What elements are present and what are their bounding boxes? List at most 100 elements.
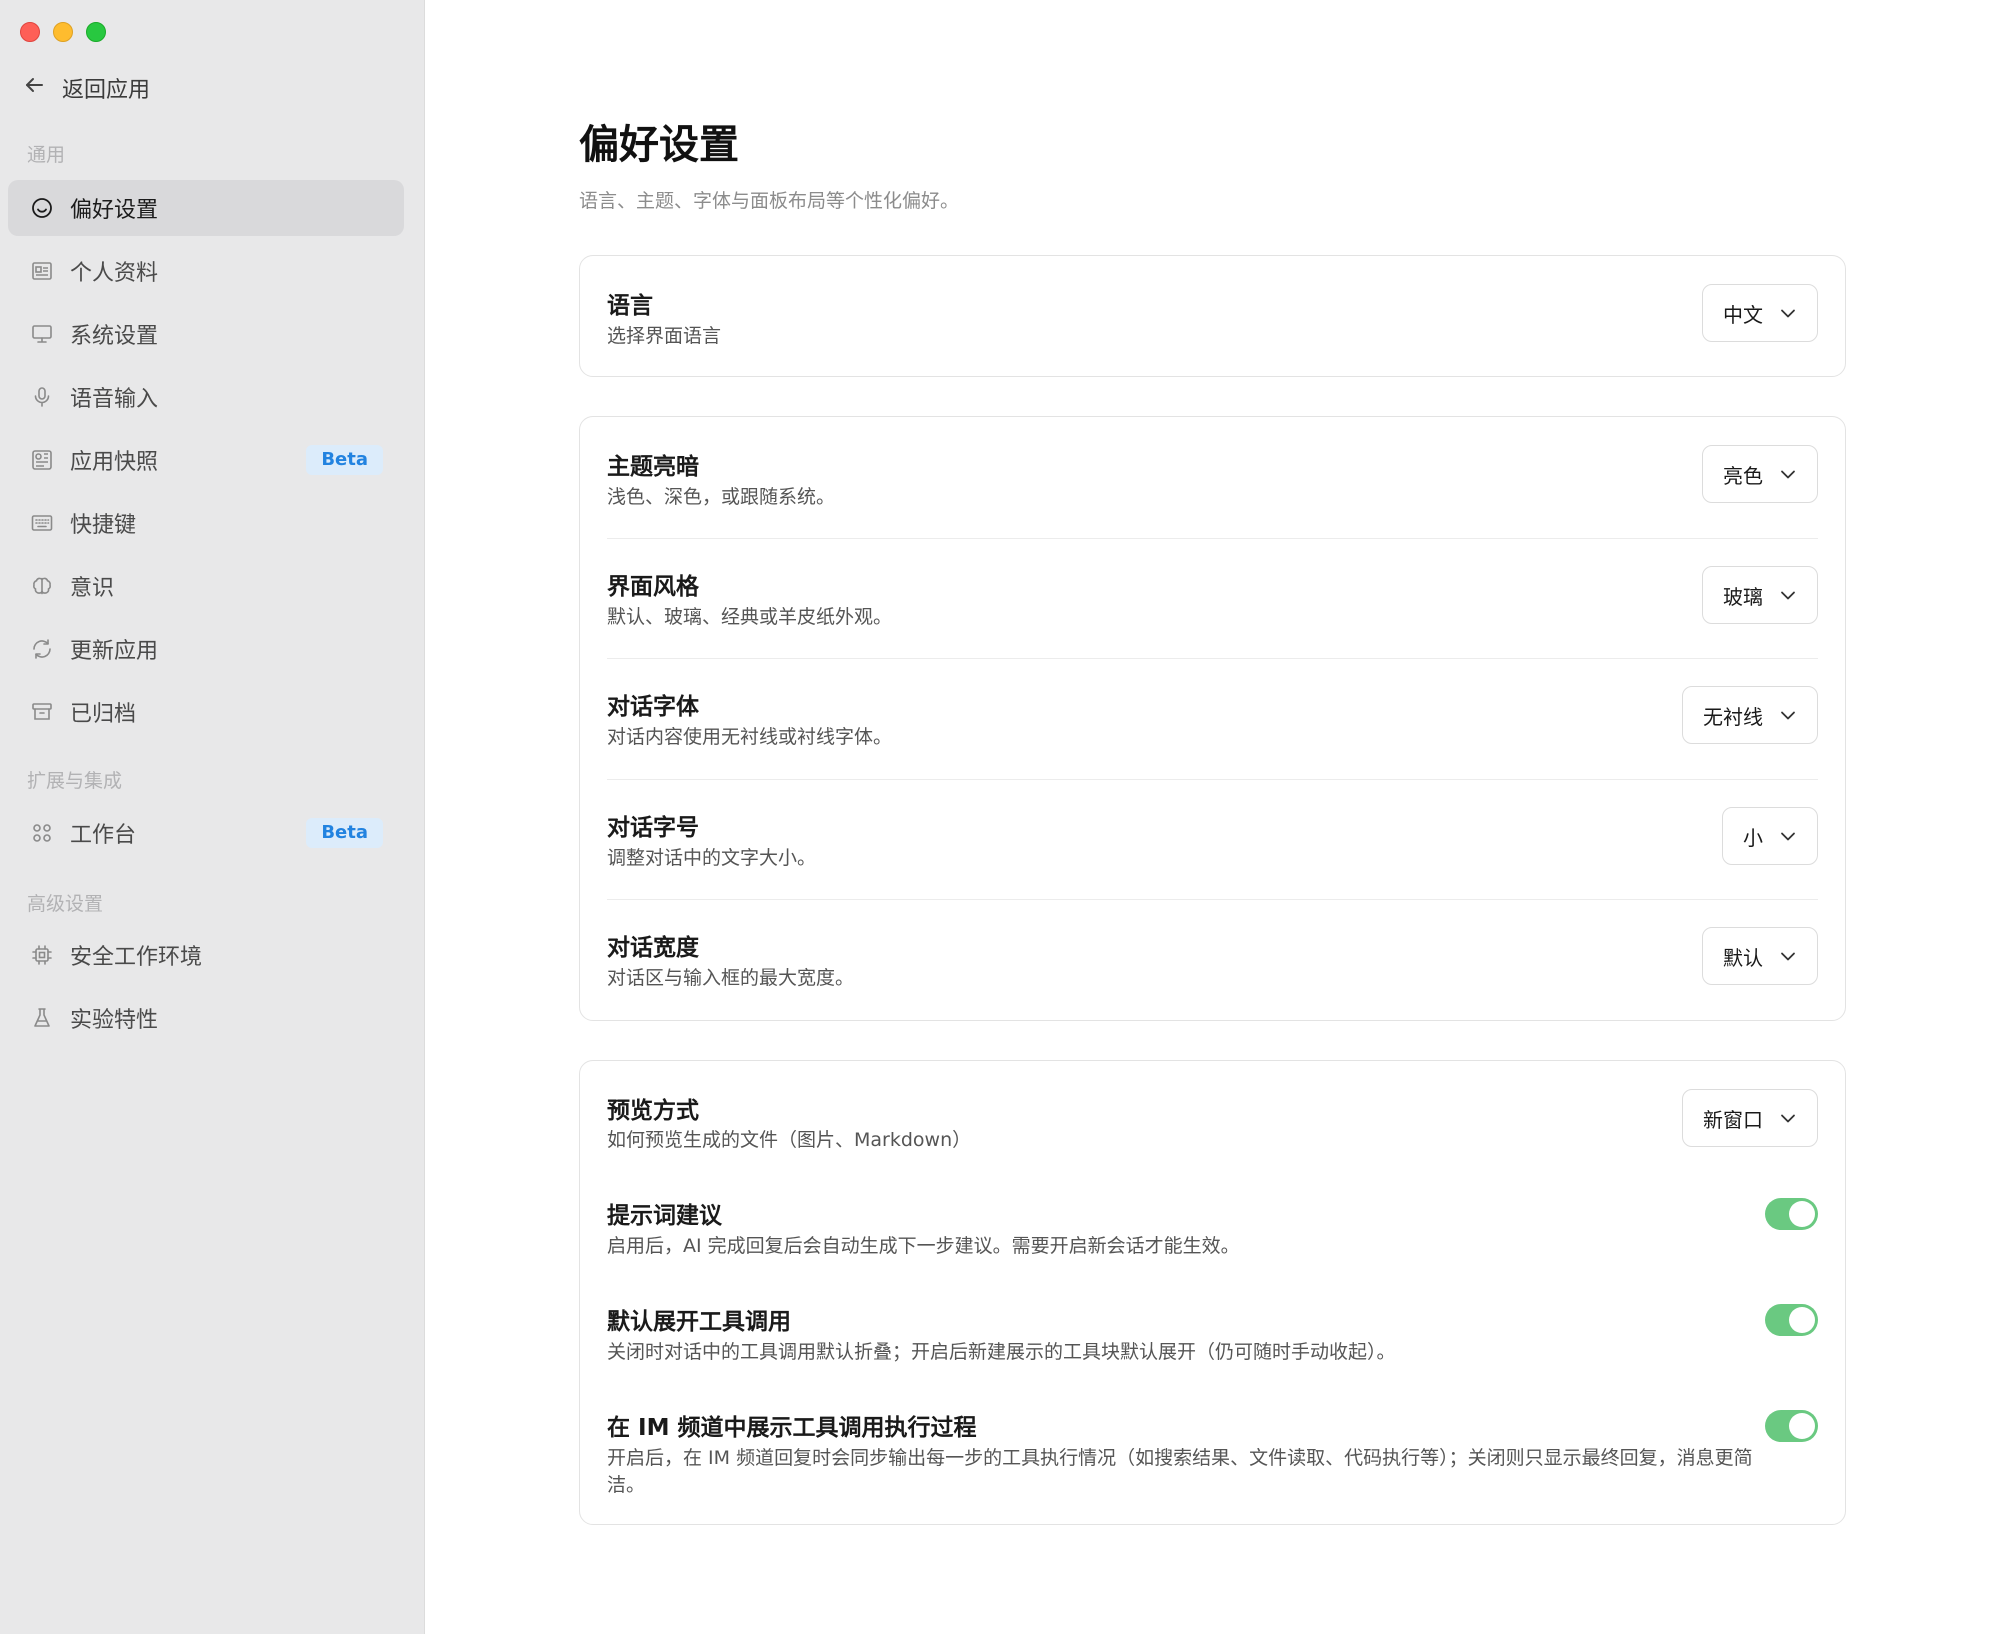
sidebar-item-archived[interactable]: 已归档 — [8, 684, 404, 740]
ui-style-select[interactable]: 玻璃 — [1702, 566, 1818, 624]
select-value: 中文 — [1723, 302, 1763, 327]
section-title-extensions: 扩展与集成 — [27, 770, 123, 792]
language-card: 语言 选择界面语言 中文 — [579, 255, 1846, 377]
sidebar-item-preferences[interactable]: 偏好设置 — [8, 180, 404, 236]
select-value: 新窗口 — [1703, 1107, 1763, 1132]
sidebar-item-label: 工作台 — [70, 823, 137, 848]
preview-select[interactable]: 新窗口 — [1682, 1089, 1818, 1147]
sidebar-item-label: 安全工作环境 — [70, 945, 203, 970]
profile-card-icon — [29, 258, 55, 284]
language-desc: 选择界面语言 — [607, 325, 722, 347]
expand-tool-calls-toggle[interactable] — [1765, 1304, 1818, 1336]
ui-style-row: 界面风格 默认、玻璃、经典或羊皮纸外观。 玻璃 — [607, 538, 1818, 659]
select-value: 亮色 — [1723, 463, 1763, 488]
chevron-down-icon — [1779, 706, 1797, 724]
microphone-icon — [29, 384, 55, 410]
sidebar-item-label: 语音输入 — [70, 387, 159, 412]
sidebar: 返回应用 通用 偏好设置 个人资料 系统设置 语音输入 应用快照 Beta 快捷… — [0, 0, 425, 1634]
chevron-down-icon — [1779, 304, 1797, 322]
preview-row: 预览方式 如何预览生成的文件（图片、Markdown） 新窗口 — [607, 1061, 1818, 1171]
select-value: 默认 — [1723, 945, 1763, 970]
im-tool-process-toggle[interactable] — [1765, 1410, 1818, 1442]
preview-title: 预览方式 — [607, 1098, 699, 1124]
brain-icon — [29, 573, 55, 599]
sidebar-item-voice-input[interactable]: 语音输入 — [8, 369, 404, 425]
chevron-down-icon — [1779, 465, 1797, 483]
chat-width-select[interactable]: 默认 — [1702, 927, 1818, 985]
expand-tool-calls-title: 默认展开工具调用 — [607, 1309, 791, 1335]
toggle-knob — [1789, 1307, 1815, 1333]
expand-tool-calls-desc: 关闭时对话中的工具调用默认折叠；开启后新建展示的工具块默认展开（仍可随时手动收起… — [607, 1341, 1396, 1363]
chat-font-size-title: 对话字号 — [607, 815, 699, 841]
sidebar-item-app-snapshot[interactable]: 应用快照 Beta — [8, 432, 404, 488]
back-label: 返回应用 — [62, 78, 151, 103]
sidebar-item-secure-workspace[interactable]: 安全工作环境 — [8, 927, 404, 983]
behavior-card: 预览方式 如何预览生成的文件（图片、Markdown） 新窗口 提示词建议 启用… — [579, 1060, 1846, 1525]
sidebar-item-label: 实验特性 — [70, 1008, 159, 1033]
chat-width-title: 对话宽度 — [607, 935, 699, 961]
toggle-knob — [1789, 1413, 1815, 1439]
chat-font-size-desc: 调整对话中的文字大小。 — [607, 847, 817, 869]
prompt-suggestion-desc: 启用后，AI 完成回复后会自动生成下一步建议。需要开启新会话才能生效。 — [607, 1235, 1240, 1257]
select-value: 小 — [1743, 825, 1763, 850]
appearance-card: 主题亮暗 浅色、深色，或跟随系统。 亮色 界面风格 默认、玻璃、经典或羊皮纸外观… — [579, 416, 1846, 1021]
chevron-down-icon — [1779, 947, 1797, 965]
im-tool-process-row: 在 IM 频道中展示工具调用执行过程 开启后，在 IM 频道回复时会同步输出每一… — [607, 1408, 1818, 1508]
monitor-icon — [29, 321, 55, 347]
chip-icon — [29, 942, 55, 968]
chat-font-row: 对话字体 对话内容使用无衬线或衬线字体。 无衬线 — [607, 658, 1818, 780]
beta-badge: Beta — [306, 445, 383, 475]
sidebar-item-experimental[interactable]: 实验特性 — [8, 990, 404, 1046]
sidebar-item-update-app[interactable]: 更新应用 — [8, 621, 404, 677]
chat-font-size-select[interactable]: 小 — [1722, 807, 1818, 865]
language-title: 语言 — [607, 293, 653, 319]
smile-icon — [29, 195, 55, 221]
prompt-suggestion-row: 提示词建议 启用后，AI 完成回复后会自动生成下一步建议。需要开启新会话才能生效… — [607, 1196, 1818, 1276]
chevron-down-icon — [1779, 1109, 1797, 1127]
sidebar-item-label: 系统设置 — [70, 324, 159, 349]
sidebar-item-system-settings[interactable]: 系统设置 — [8, 306, 404, 362]
chat-font-select[interactable]: 无衬线 — [1682, 686, 1818, 744]
theme-title: 主题亮暗 — [607, 454, 699, 480]
sidebar-item-label: 偏好设置 — [70, 198, 159, 223]
prompt-suggestion-title: 提示词建议 — [607, 1203, 722, 1229]
toggle-knob — [1789, 1201, 1815, 1227]
chevron-down-icon — [1779, 827, 1797, 845]
back-to-app-button[interactable]: 返回应用 — [22, 72, 150, 104]
keyboard-icon — [29, 510, 55, 536]
sidebar-item-label: 已归档 — [70, 702, 137, 727]
sidebar-item-awareness[interactable]: 意识 — [8, 558, 404, 614]
snapshot-icon — [29, 447, 55, 473]
prompt-suggestion-toggle[interactable] — [1765, 1198, 1818, 1230]
chevron-down-icon — [1779, 586, 1797, 604]
language-row: 语言 选择界面语言 中文 — [607, 256, 1818, 376]
ui-style-title: 界面风格 — [607, 574, 699, 600]
theme-desc: 浅色、深色，或跟随系统。 — [607, 486, 836, 508]
zoom-window-button[interactable] — [86, 22, 106, 42]
language-select[interactable]: 中文 — [1702, 284, 1818, 342]
flask-icon — [29, 1005, 55, 1031]
sidebar-item-label: 个人资料 — [70, 261, 159, 286]
theme-row: 主题亮暗 浅色、深色，或跟随系统。 亮色 — [607, 417, 1818, 539]
sidebar-item-profile[interactable]: 个人资料 — [8, 243, 404, 299]
sidebar-item-shortcuts[interactable]: 快捷键 — [8, 495, 404, 551]
chat-font-desc: 对话内容使用无衬线或衬线字体。 — [607, 726, 893, 748]
grid-icon — [29, 820, 55, 846]
theme-select[interactable]: 亮色 — [1702, 445, 1818, 503]
preview-desc: 如何预览生成的文件（图片、Markdown） — [607, 1129, 972, 1151]
im-tool-process-desc: 开启后，在 IM 频道回复时会同步输出每一步的工具执行情况（如搜索结果、文件读取… — [607, 1447, 1753, 1496]
archive-icon — [29, 699, 55, 725]
minimize-window-button[interactable] — [53, 22, 73, 42]
chat-width-row: 对话宽度 对话区与输入框的最大宽度。 默认 — [607, 899, 1818, 1020]
close-window-button[interactable] — [20, 22, 40, 42]
main-content: 偏好设置 语言、主题、字体与面板布局等个性化偏好。 语言 选择界面语言 中文 主… — [425, 0, 2000, 1634]
expand-tool-calls-row: 默认展开工具调用 关闭时对话中的工具调用默认折叠；开启后新建展示的工具块默认展开… — [607, 1302, 1818, 1382]
im-tool-process-title: 在 IM 频道中展示工具调用执行过程 — [607, 1415, 977, 1441]
sidebar-item-label: 更新应用 — [70, 639, 159, 664]
sidebar-item-workbench[interactable]: 工作台 Beta — [8, 805, 404, 861]
chat-font-size-row: 对话字号 调整对话中的文字大小。 小 — [607, 779, 1818, 900]
sidebar-item-label: 意识 — [70, 576, 115, 601]
beta-badge: Beta — [306, 818, 383, 848]
arrow-left-icon — [22, 73, 46, 103]
section-title-general: 通用 — [27, 144, 66, 166]
